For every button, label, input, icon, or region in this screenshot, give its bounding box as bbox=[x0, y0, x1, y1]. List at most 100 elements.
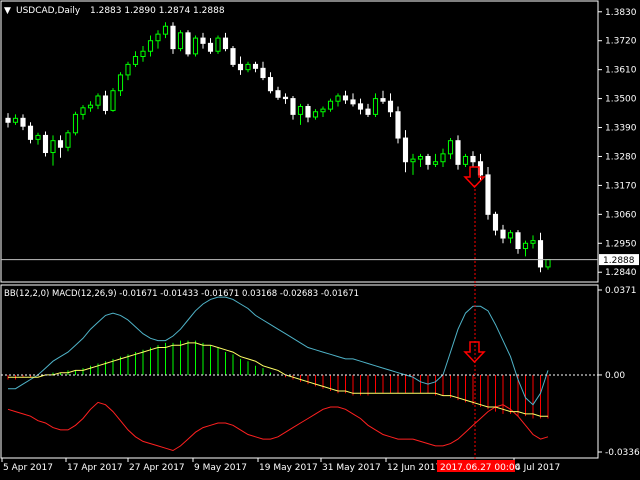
price-tick-label: 1.3170 bbox=[605, 181, 637, 191]
candle-body bbox=[470, 155, 476, 163]
time-label: 27 Apr 2017 bbox=[129, 463, 185, 473]
candle-body bbox=[132, 56, 139, 65]
candle-body bbox=[5, 117, 11, 123]
candle-body bbox=[140, 50, 146, 58]
time-label: 5 Apr 2017 bbox=[3, 463, 53, 473]
candle-body bbox=[515, 232, 521, 250]
candle-body bbox=[522, 242, 529, 250]
candle-body bbox=[365, 108, 371, 115]
price-tick-label: 1.3500 bbox=[605, 95, 637, 105]
candle-body bbox=[35, 134, 41, 140]
candle-body bbox=[275, 90, 281, 98]
price-tick-label: 1.3060 bbox=[605, 210, 637, 220]
ohlc-readout: 1.2883 1.2890 1.2874 1.2888 bbox=[90, 6, 225, 16]
candle-body bbox=[252, 63, 259, 69]
candle-body bbox=[80, 107, 86, 115]
candle-body bbox=[50, 140, 56, 154]
candle-body bbox=[12, 117, 19, 123]
current-price-label: 1.2888 bbox=[603, 256, 635, 266]
candle-body bbox=[455, 140, 461, 165]
candle-body bbox=[245, 63, 251, 71]
time-label: 31 May 2017 bbox=[322, 463, 381, 473]
candle-body bbox=[27, 125, 34, 140]
candle-body bbox=[372, 98, 379, 115]
candle-body bbox=[155, 33, 161, 42]
candle-body bbox=[95, 95, 101, 106]
candle-body bbox=[42, 134, 49, 154]
trading-chart[interactable]: ▼ USDCAD,Daily 1.2883 1.2890 1.2874 1.28… bbox=[0, 0, 640, 480]
price-tick-label: 1.3720 bbox=[605, 37, 637, 47]
candle-body bbox=[335, 95, 341, 102]
time-label: 19 May 2017 bbox=[259, 463, 318, 473]
candle-body bbox=[545, 259, 551, 268]
candle-body bbox=[215, 37, 221, 52]
candle-body bbox=[537, 240, 544, 268]
candle-body bbox=[327, 100, 334, 110]
candle-body bbox=[530, 240, 536, 244]
time-label: 12 Jun 2017 bbox=[387, 463, 441, 473]
symbol-timeframe: USDCAD,Daily bbox=[16, 6, 81, 16]
indicator-title: BB(12,2,0) MACD(12,26,9) -0.01671 -0.014… bbox=[4, 289, 359, 299]
candle-body bbox=[237, 63, 244, 71]
candle-body bbox=[500, 229, 506, 239]
candle-body bbox=[65, 132, 71, 148]
price-tick-label: 1.3280 bbox=[605, 152, 637, 162]
candle-body bbox=[125, 63, 131, 76]
candle-body bbox=[290, 98, 296, 115]
candle-body bbox=[72, 113, 79, 134]
candle-body bbox=[102, 95, 109, 111]
candle-body bbox=[410, 158, 416, 163]
candle-body bbox=[162, 25, 169, 35]
candle-body bbox=[192, 37, 199, 55]
time-label: 17 Apr 2017 bbox=[67, 463, 123, 473]
indicator-tick-label: -0.03365 bbox=[605, 448, 640, 458]
time-label: 4 Jul 2017 bbox=[515, 463, 560, 473]
candle-body bbox=[447, 140, 454, 155]
candle-body bbox=[177, 32, 184, 50]
candle-body bbox=[342, 95, 349, 101]
crosshair-time-label: 2017.06.27 00:00 bbox=[440, 463, 521, 473]
candle-body bbox=[485, 174, 491, 215]
candle-body bbox=[357, 103, 364, 110]
candle-body bbox=[440, 153, 446, 163]
candle-body bbox=[230, 48, 236, 65]
candle-body bbox=[402, 137, 409, 163]
candle-body bbox=[110, 90, 116, 111]
price-tick-label: 1.2840 bbox=[605, 268, 637, 278]
candle-body bbox=[462, 155, 469, 165]
candle-body bbox=[147, 40, 154, 52]
candle-body bbox=[185, 32, 191, 55]
candle-body bbox=[200, 37, 206, 44]
candle-body bbox=[320, 108, 326, 113]
candle-body bbox=[57, 140, 64, 148]
candle-body bbox=[350, 99, 356, 105]
candle-body bbox=[297, 105, 304, 115]
candle-body bbox=[87, 104, 94, 109]
candle-body bbox=[305, 105, 311, 118]
price-tick-label: 1.2950 bbox=[605, 239, 637, 249]
price-tick-label: 1.3830 bbox=[605, 8, 637, 18]
candle-body bbox=[395, 111, 401, 139]
candle-body bbox=[207, 42, 214, 52]
price-tick-label: 1.3390 bbox=[605, 124, 637, 134]
indicator-tick-label: 0.0371 bbox=[605, 286, 637, 296]
candle-body bbox=[312, 111, 319, 118]
candle-body bbox=[267, 77, 274, 92]
symbol-menu-arrow[interactable]: ▼ bbox=[4, 6, 11, 16]
candle-body bbox=[20, 117, 26, 127]
price-tick-label: 1.3610 bbox=[605, 66, 637, 76]
candle-body bbox=[282, 96, 289, 100]
candle-body bbox=[432, 161, 439, 165]
candle-body bbox=[492, 213, 499, 231]
candle-body bbox=[260, 67, 266, 79]
candle-body bbox=[170, 25, 176, 50]
candle-body bbox=[417, 155, 424, 160]
candle-body bbox=[425, 155, 431, 165]
time-label: 9 May 2017 bbox=[194, 463, 247, 473]
candle-body bbox=[380, 98, 386, 102]
candle-body bbox=[387, 100, 394, 113]
indicator-tick-label: 0.00 bbox=[605, 371, 625, 381]
price-panel[interactable] bbox=[0, 0, 599, 283]
candle-body bbox=[117, 74, 124, 92]
candle-body bbox=[222, 37, 229, 50]
